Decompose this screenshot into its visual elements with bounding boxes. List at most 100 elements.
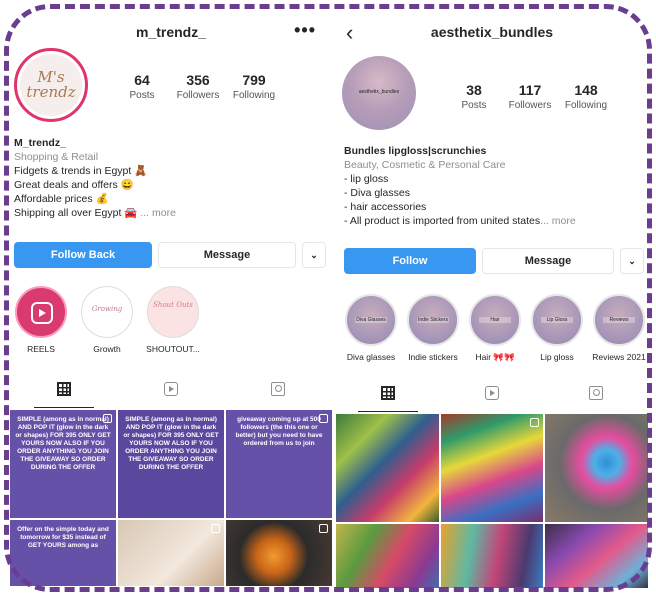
highlight-diva-glasses[interactable]: Diva Glasses Diva glasses <box>342 294 400 363</box>
bio-category: Beauty, Cosmetic & Personal Care <box>344 159 506 171</box>
stat-following-count: 148 <box>574 82 598 98</box>
follow-back-button[interactable]: Follow Back <box>14 242 152 268</box>
highlight-shoutout[interactable]: Shout Outs SHOUTOUT... <box>146 286 200 354</box>
reels-play-icon <box>31 302 53 324</box>
highlight-lip-gloss[interactable]: Lip Gloss Lip gloss <box>528 294 586 363</box>
top-bar: m_trendz_ ••• <box>10 20 332 46</box>
growth-highlight-cover: Growing <box>81 286 133 338</box>
tab-tagged[interactable] <box>228 374 328 404</box>
stat-following-label: Following <box>564 100 608 111</box>
stat-posts[interactable]: 38 Posts <box>446 82 502 111</box>
profile-tabs <box>336 378 648 412</box>
post-thumbnail[interactable] <box>440 414 544 522</box>
post-thumbnail[interactable]: SIMPLE (among as in normal) AND POP IT (… <box>10 410 116 518</box>
post-thumbnail[interactable] <box>118 520 224 586</box>
grid-icon <box>56 382 71 396</box>
post-thumbnail[interactable] <box>440 524 544 588</box>
posts-grid: SIMPLE (among as in normal) AND POP IT (… <box>10 410 332 586</box>
post-thumbnail[interactable] <box>545 414 648 522</box>
stat-followers-count: 117 <box>518 82 542 98</box>
bio-more-link[interactable]: ... more <box>540 215 576 227</box>
reels-badge-icon <box>211 524 220 533</box>
avatar[interactable]: M's trendz <box>14 48 88 122</box>
post-thumbnail[interactable] <box>226 520 332 586</box>
highlight-cover-text: Reviews <box>603 317 635 323</box>
highlight-indie-stickers[interactable]: Indie Stickers Indie stickers <box>404 294 462 363</box>
stat-followers-count: 356 <box>186 72 210 88</box>
profile-tabs <box>10 374 332 408</box>
highlight-label: Reviews 2021 <box>592 352 646 362</box>
highlight-reviews-2021[interactable]: Reviews Reviews 2021 <box>590 294 648 363</box>
stat-posts-label: Posts <box>461 100 487 111</box>
bio-line-text: - All product is imported from united st… <box>344 215 541 227</box>
follow-button[interactable]: Follow <box>344 248 476 274</box>
reels-badge-icon <box>530 418 540 427</box>
highlight-cover: Indie Stickers <box>407 294 459 346</box>
highlight-reels[interactable]: REELS <box>14 286 68 354</box>
tab-tagged[interactable] <box>546 378 646 408</box>
avatar[interactable]: aesthetix_bundles <box>342 56 416 130</box>
post-thumbnail[interactable]: SIMPLE (among as in normal) AND POP IT (… <box>118 410 224 518</box>
stat-posts-count: 64 <box>134 72 150 88</box>
story-highlights: REELS Growing Growth Shout Outs SHOUTOUT… <box>14 286 200 354</box>
tab-reels[interactable] <box>121 374 221 404</box>
profile-panel-aesthetix-bundles: ‹ aesthetix_bundles aesthetix_bundles 38… <box>336 10 648 588</box>
chevron-down-icon[interactable]: ⌄ <box>302 242 326 268</box>
reels-badge-icon <box>103 414 112 423</box>
profile-bio: Bundles lipgloss|scrunchies Beauty, Cosm… <box>344 144 644 228</box>
post-thumbnail[interactable]: giveaway coming up at 500 followers (the… <box>226 410 332 518</box>
tab-posts-grid[interactable] <box>338 378 438 412</box>
highlight-label: Hair 🎀🎀 <box>475 352 515 362</box>
message-button[interactable]: Message <box>158 242 296 268</box>
bio-line-last: - All product is imported from united st… <box>344 214 644 228</box>
post-thumbnail[interactable] <box>336 414 439 522</box>
highlight-growth[interactable]: Growing Growth <box>80 286 134 354</box>
stat-posts-label: Posts <box>129 90 155 101</box>
post-thumbnail[interactable] <box>336 524 439 588</box>
tagged-icon <box>271 382 286 396</box>
bio-line: Great deals and offers 😄 <box>14 179 134 191</box>
more-dots-icon[interactable]: ••• <box>294 20 316 41</box>
bio-line: Affordable prices 💰 <box>14 193 109 205</box>
highlight-cover-text: Shout Outs <box>153 301 193 309</box>
highlight-label: Lip gloss <box>540 352 574 362</box>
stat-following[interactable]: 799 Following <box>226 72 282 101</box>
profile-stats: 38 Posts 117 Followers 148 Following <box>446 82 614 111</box>
tab-posts-grid[interactable] <box>14 374 114 408</box>
reels-badge-icon <box>319 524 328 533</box>
bio-name: Bundles lipgloss|scrunchies <box>344 145 487 157</box>
highlight-cover: Lip Gloss <box>531 294 583 346</box>
bio-line: - Diva glasses <box>344 187 410 199</box>
stat-posts[interactable]: 64 Posts <box>114 72 170 101</box>
top-bar: ‹ aesthetix_bundles <box>336 20 648 46</box>
bio-more-link[interactable]: ... more <box>140 207 176 219</box>
highlight-label: SHOUTOUT... <box>146 344 200 354</box>
posts-grid <box>336 414 648 588</box>
post-thumbnail[interactable] <box>545 524 648 588</box>
reels-highlight-cover <box>15 286 67 338</box>
reels-badge-icon <box>319 414 328 423</box>
highlight-hair[interactable]: Hair Hair 🎀🎀 <box>466 294 524 363</box>
chevron-down-icon[interactable]: ⌄ <box>620 248 644 274</box>
tab-reels[interactable] <box>442 378 542 408</box>
stat-followers[interactable]: 356 Followers <box>170 72 226 101</box>
stat-following-label: Following <box>232 90 276 101</box>
stat-followers-label: Followers <box>508 100 552 111</box>
post-text: giveaway coming up at 500 followers (the… <box>235 416 323 447</box>
stat-following[interactable]: 148 Following <box>558 82 614 111</box>
highlight-cover-text: Growing <box>91 305 123 313</box>
profile-bio: M_trendz_ Shopping & Retail Fidgets & tr… <box>14 136 324 220</box>
highlight-cover-text: Diva Glasses <box>355 317 387 323</box>
post-text: Offer on the simple today and tomorrow f… <box>17 526 109 549</box>
post-text: SIMPLE (among as in normal) AND POP IT (… <box>123 416 219 471</box>
stat-followers[interactable]: 117 Followers <box>502 82 558 111</box>
story-highlights: Diva Glasses Diva glasses Indie Stickers… <box>342 294 648 363</box>
highlight-cover: Hair <box>469 294 521 346</box>
avatar-logo-line-2: trendz <box>26 83 76 101</box>
tagged-icon <box>589 386 603 400</box>
message-button[interactable]: Message <box>482 248 614 274</box>
post-thumbnail[interactable]: Offer on the simple today and tomorrow f… <box>10 520 116 586</box>
highlight-label: Indie stickers <box>408 352 458 362</box>
bio-name: M_trendz_ <box>14 137 66 149</box>
profile-username: m_trendz_ <box>135 24 207 40</box>
